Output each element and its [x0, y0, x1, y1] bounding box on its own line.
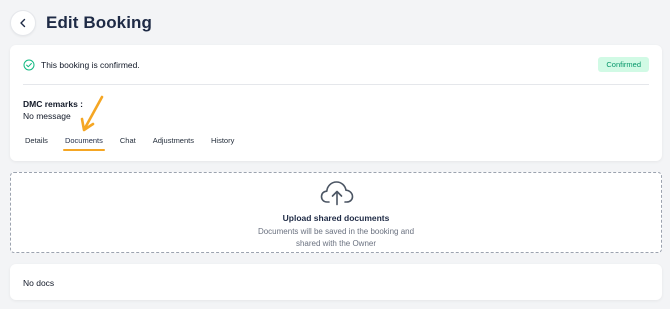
upload-title: Upload shared documents: [282, 213, 390, 223]
page-title: Edit Booking: [46, 13, 153, 32]
documents-list-card: No docs: [10, 264, 662, 300]
page-header: Edit Booking: [10, 9, 152, 37]
remarks-label: DMC remarks :: [23, 99, 83, 109]
remarks-value: No message: [23, 111, 71, 121]
tab-chat[interactable]: Chat: [118, 135, 138, 151]
back-button[interactable]: [10, 10, 36, 36]
tab-history[interactable]: History: [209, 135, 236, 151]
upload-subtitle: Documents will be saved in the booking a…: [11, 226, 661, 250]
upload-subtitle-line: shared with the Owner: [295, 239, 377, 248]
upload-dropzone[interactable]: Upload shared documents Documents will b…: [10, 172, 662, 253]
upload-subtitle-line: Documents will be saved in the booking a…: [257, 227, 415, 236]
booking-status-message: This booking is confirmed.: [41, 59, 140, 70]
booking-tabs: Details Documents Chat Adjustments Histo…: [23, 135, 249, 151]
cloud-upload-icon: [320, 181, 354, 206]
status-badge: Confirmed: [598, 57, 649, 72]
tab-documents[interactable]: Documents: [62, 135, 105, 151]
empty-documents-message: No docs: [23, 278, 55, 288]
check-circle-icon: [23, 59, 35, 71]
booking-card: This booking is confirmed. Confirmed DMC…: [10, 45, 662, 161]
tab-adjustments[interactable]: Adjustments: [151, 135, 196, 151]
chevron-left-icon: [20, 18, 26, 28]
tab-details[interactable]: Details: [23, 135, 50, 151]
booking-status-row: This booking is confirmed. Confirmed: [23, 45, 649, 85]
arrow-annotation-icon: [80, 95, 104, 132]
